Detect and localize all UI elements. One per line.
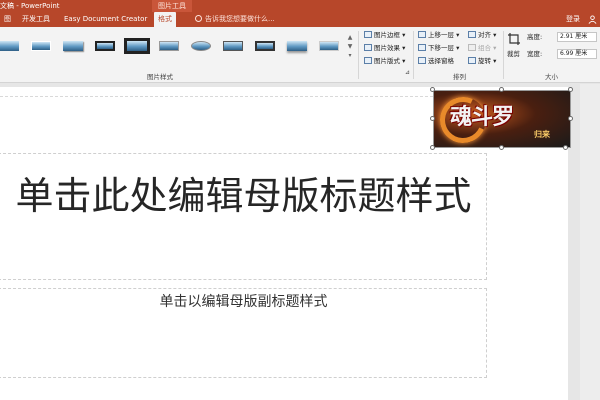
picture-layout-icon <box>364 57 372 64</box>
resize-handle[interactable] <box>499 87 504 92</box>
picture-style-thumb[interactable] <box>92 38 118 54</box>
lightbulb-icon <box>195 15 202 22</box>
slide-workspace: 单击此处编辑母版标题样式 单击以编辑母版副标题样式 魂斗罗 归来 <box>0 84 600 400</box>
rotate-icon <box>468 57 476 64</box>
align-button[interactable]: 对齐 ▾ <box>468 30 496 40</box>
ribbon-separator <box>358 31 359 79</box>
game-logo-picture[interactable]: 魂斗罗 归来 <box>433 90 571 148</box>
picture-style-thumb[interactable] <box>284 38 310 54</box>
picture-layout-button[interactable]: 图片版式 ▾ <box>364 56 405 66</box>
selection-pane-button[interactable]: 选择窗格 <box>418 56 454 66</box>
search-placeholder: 告诉我您想要做什么... <box>205 15 275 23</box>
bring-forward-icon <box>418 31 426 38</box>
gallery-more-icon[interactable]: ▾ <box>346 51 354 60</box>
title-text[interactable]: 单击此处编辑母版标题样式 <box>0 172 488 220</box>
size-group-label: 大小 <box>545 73 558 81</box>
document-title: 文稿 - PowerPoint <box>0 2 60 10</box>
picture-style-thumb[interactable] <box>28 38 54 54</box>
height-input[interactable]: 2.91 厘米 <box>557 32 597 42</box>
picture-style-thumb[interactable] <box>156 38 182 54</box>
width-label: 宽度: <box>527 50 543 58</box>
subtitle-placeholder[interactable]: 单击以编辑母版副标题样式 <box>0 288 487 378</box>
picture-style-thumb[interactable] <box>60 38 86 54</box>
send-backward-button[interactable]: 下移一层 ▾ <box>418 43 459 53</box>
logo-title-text: 魂斗罗 <box>450 105 514 130</box>
tab-developer[interactable]: 开发工具 <box>18 12 54 27</box>
width-input[interactable]: 6.99 厘米 <box>557 49 597 59</box>
ribbon-tab-bar: 图 开发工具 Easy Document Creator 格式 告诉我您想要做什… <box>0 12 600 27</box>
powerpoint-window: 文稿 - PowerPoint 图片工具 图 开发工具 Easy Documen… <box>0 0 600 400</box>
send-backward-icon <box>418 44 426 51</box>
subtitle-text[interactable]: 单击以编辑母版副标题样式 <box>0 291 488 311</box>
gallery-up-icon[interactable]: ▲ <box>346 33 354 42</box>
picture-tools-label: 图片工具 <box>152 0 192 12</box>
picture-style-thumb[interactable] <box>188 38 214 54</box>
resize-handle[interactable] <box>563 145 568 150</box>
resize-handle[interactable] <box>430 116 435 121</box>
ribbon-separator <box>503 31 504 79</box>
selection-pane-icon <box>418 57 426 64</box>
crop-label[interactable]: 裁剪 <box>507 49 520 59</box>
resize-handle[interactable] <box>430 145 435 150</box>
resize-handle[interactable] <box>430 87 435 92</box>
tab-view[interactable]: 图 <box>0 12 15 27</box>
crop-icon[interactable] <box>507 32 521 46</box>
tell-me-search[interactable]: 告诉我您想要做什么... <box>195 12 275 27</box>
picture-styles-group-label: 图片样式 <box>147 73 173 81</box>
arrange-group-label: 排列 <box>453 73 466 81</box>
group-button[interactable]: 组合 ▾ <box>468 43 496 53</box>
picture-border-button[interactable]: 图片边框 ▾ <box>364 30 405 40</box>
title-placeholder[interactable]: 单击此处编辑母版标题样式 <box>0 153 487 280</box>
group-icon <box>468 44 476 51</box>
title-bar: 文稿 - PowerPoint 图片工具 <box>0 0 600 12</box>
logo-subtitle-text: 归来 <box>534 130 550 139</box>
picture-style-thumb[interactable] <box>252 38 278 54</box>
tab-easy-document-creator[interactable]: Easy Document Creator <box>60 12 151 27</box>
ribbon-separator <box>413 31 414 79</box>
slide-canvas[interactable]: 单击此处编辑母版标题样式 单击以编辑母版副标题样式 魂斗罗 归来 <box>0 87 573 400</box>
tab-format[interactable]: 格式 <box>154 12 176 27</box>
resize-handle[interactable] <box>568 116 573 121</box>
picture-style-thumb[interactable] <box>0 38 22 54</box>
picture-effects-icon <box>364 44 372 51</box>
rotate-button[interactable]: 旋转 ▾ <box>468 56 496 66</box>
height-label: 高度: <box>527 33 543 41</box>
bring-forward-button[interactable]: 上移一层 ▾ <box>418 30 459 40</box>
align-icon <box>468 31 476 38</box>
picture-style-thumb[interactable] <box>220 38 246 54</box>
picture-style-thumb[interactable] <box>124 38 150 54</box>
person-icon[interactable] <box>588 15 597 24</box>
picture-styles-gallery <box>0 33 354 61</box>
gallery-scroll[interactable]: ▲ ▼ ▾ <box>346 33 354 61</box>
login-link[interactable]: 登录 <box>566 12 580 27</box>
ribbon: ▲ ▼ ▾ 图片样式 ⊿ 图片边框 ▾ 图片效果 ▾ 图片版式 ▾ 上移一层 ▾… <box>0 27 600 83</box>
picture-style-thumb[interactable] <box>316 38 342 54</box>
resize-handle[interactable] <box>568 87 573 92</box>
gallery-down-icon[interactable]: ▼ <box>346 42 354 51</box>
dialog-launcher-icon[interactable]: ⊿ <box>405 69 410 76</box>
picture-effects-button[interactable]: 图片效果 ▾ <box>364 43 405 53</box>
vertical-scrollbar[interactable] <box>580 84 600 400</box>
picture-border-icon <box>364 31 372 38</box>
resize-handle[interactable] <box>499 145 504 150</box>
